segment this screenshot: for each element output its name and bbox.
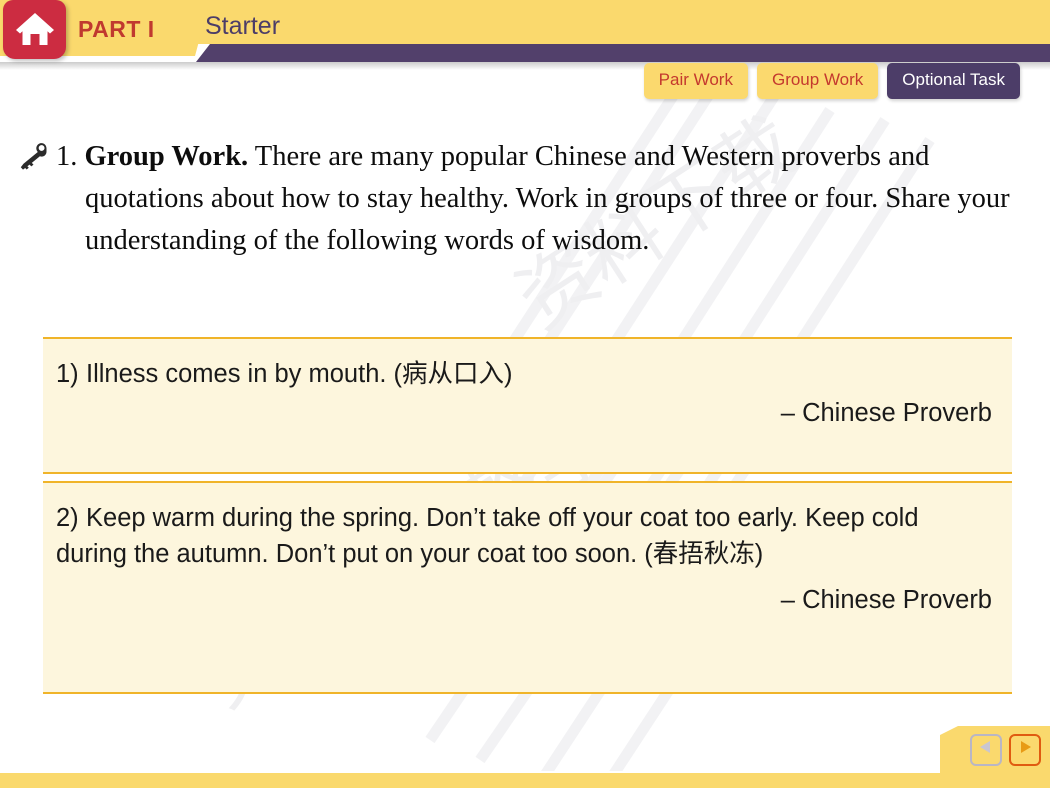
previous-slide-button[interactable] [970,733,1002,766]
home-button[interactable] [3,0,66,59]
quote-text: 1) Illness comes in by mouth. (病从口入) [43,339,1012,392]
quote-attribution: – Chinese Proverb [780,586,992,614]
home-icon [15,12,54,47]
quote-body: Illness comes in by mouth. (病从口入) [86,360,513,388]
instruction-number: 1. [56,141,78,172]
page-header: PART I Starter [0,0,1050,62]
instruction-text: 1. Group Work. There are many popular Ch… [49,136,1020,262]
quote-card: 1) Illness comes in by mouth. (病从口入) – Ch… [43,337,1012,474]
part-label: PART I [78,16,155,42]
slide-navigation [940,726,1050,773]
tab-optional-task[interactable]: Optional Task [887,63,1020,99]
key-icon [20,142,48,172]
quote-number: 2) [56,504,79,532]
quote-text: 2) Keep warm during the spring. Don’t tak… [43,483,1012,572]
task-tabs: Pair Work Group Work Optional Task [643,63,1020,99]
next-slide-button[interactable] [1009,733,1041,766]
tab-group-work[interactable]: Group Work [756,63,879,99]
page-title: Starter [205,12,281,40]
quote-attribution: – Chinese Proverb [780,399,992,427]
header-purple-stripe [196,44,1050,62]
quote-number: 1) [56,360,79,388]
quote-card: 2) Keep warm during the spring. Don’t tak… [43,481,1012,694]
tab-pair-work[interactable]: Pair Work [643,63,748,99]
instruction-lead: Group Work. [84,141,249,172]
footer-strip [0,771,1050,788]
triangle-left-icon [978,739,994,760]
quote-body: Keep warm during the spring. Don’t take … [56,504,919,568]
instruction-block: 1. Group Work. There are many popular Ch… [20,136,1020,262]
triangle-right-icon [1017,739,1033,760]
